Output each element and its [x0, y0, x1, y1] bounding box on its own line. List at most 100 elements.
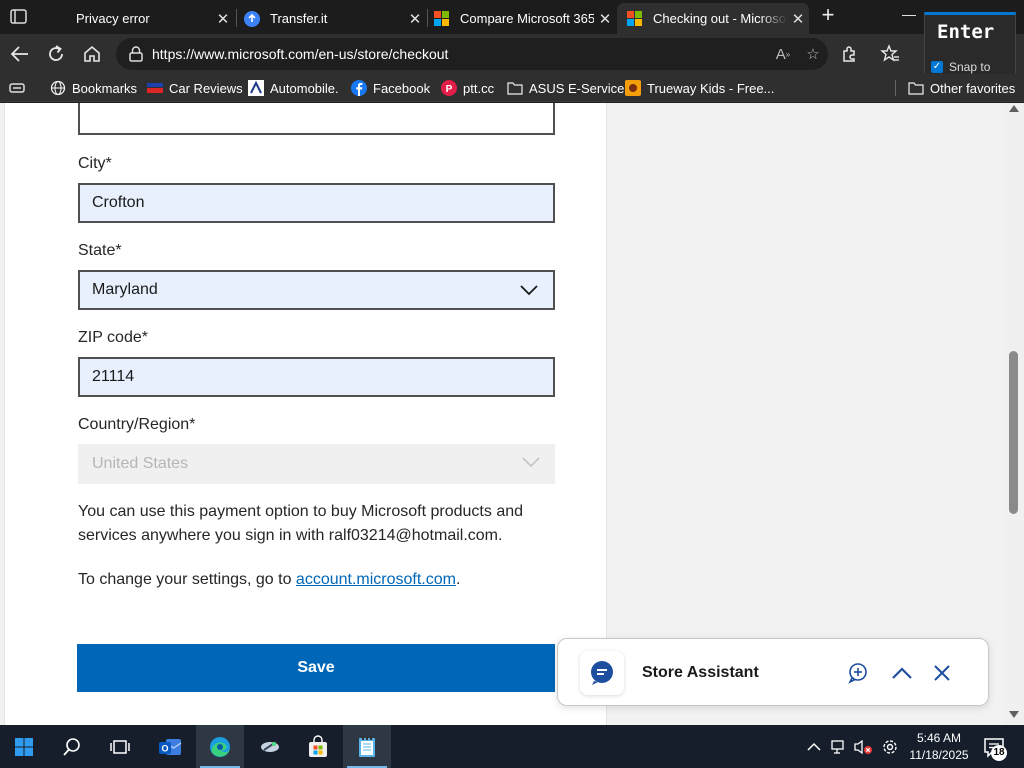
- clock-time: 5:46 AM: [916, 731, 962, 745]
- city-label: City*: [78, 155, 112, 172]
- city-field[interactable]: [78, 183, 555, 223]
- task-view-icon[interactable]: [96, 725, 144, 768]
- tab-label: Transfer.it: [270, 11, 328, 26]
- system-clock[interactable]: 5:46 AM 11/18/2025: [906, 730, 972, 764]
- bookmark-other-favorites[interactable]: Other favorites: [908, 79, 1015, 97]
- page-scrollbar[interactable]: [1004, 103, 1024, 725]
- state-label: State*: [78, 242, 122, 259]
- tab-label: Compare Microsoft 365: [460, 11, 594, 26]
- zip-label: ZIP code*: [78, 329, 148, 346]
- scroll-thumb[interactable]: [1009, 351, 1018, 514]
- address-bar[interactable]: A» ☆: [116, 38, 828, 70]
- zip-field[interactable]: [78, 357, 555, 397]
- settings-gear-icon[interactable]: [880, 737, 900, 757]
- bookmark-label: ASUS E-Service: [529, 80, 625, 96]
- state-select[interactable]: Maryland: [78, 270, 555, 310]
- chevron-down-icon: [521, 455, 541, 469]
- extensions-icon[interactable]: [836, 40, 864, 68]
- tab-compare-microsoft-365[interactable]: Compare Microsoft 365 ✕: [424, 3, 616, 34]
- microsoft-logo-icon: [434, 10, 450, 27]
- car-reviews-icon: [147, 80, 163, 96]
- scroll-up-arrow-icon[interactable]: [1009, 105, 1019, 112]
- collections-icon[interactable]: [8, 79, 26, 97]
- close-icon[interactable]: ✕: [787, 10, 809, 28]
- chevron-up-icon[interactable]: [888, 659, 916, 687]
- automobile-icon: [248, 80, 264, 96]
- bookmark-facebook[interactable]: Facebook: [351, 79, 430, 97]
- windows-start-icon[interactable]: [0, 725, 48, 768]
- bookmark-bookmarks[interactable]: Bookmarks: [50, 79, 137, 97]
- browser-toolbar: A» ☆: [0, 34, 1024, 98]
- back-arrow-icon[interactable]: [6, 40, 34, 68]
- show-hidden-icons-chevron-icon[interactable]: [804, 737, 824, 757]
- network-icon[interactable]: [829, 737, 849, 757]
- snap-checkbox[interactable]: ✓: [931, 61, 943, 73]
- transfer-icon: [244, 10, 260, 27]
- bookmark-label: Facebook: [373, 80, 431, 96]
- new-chat-icon[interactable]: [844, 659, 872, 687]
- folder-icon: [507, 80, 523, 96]
- facebook-icon: [351, 80, 367, 96]
- account-link[interactable]: account.microsoft.com: [296, 571, 456, 588]
- tab-strip: Privacy error ✕ Transfer.it ✕ Compare Mi…: [0, 0, 1024, 34]
- bookmark-label: Car Reviews: [169, 80, 243, 96]
- close-icon[interactable]: ✕: [212, 10, 234, 28]
- address-line-field[interactable]: [78, 103, 555, 135]
- store-assistant-panel: Store Assistant: [557, 638, 989, 706]
- bookmarks-divider: [895, 80, 896, 96]
- home-icon[interactable]: [78, 40, 106, 68]
- close-icon[interactable]: ✕: [594, 10, 616, 28]
- tab-privacy-error[interactable]: Privacy error ✕: [40, 3, 234, 34]
- bookmark-trueway-kids[interactable]: Trueway Kids - Free...: [625, 79, 774, 97]
- chat-bubble-icon: [580, 651, 624, 695]
- microsoft-store-icon[interactable]: [294, 725, 342, 768]
- refresh-icon[interactable]: [42, 40, 70, 68]
- snap-label: Snap to: [949, 60, 991, 74]
- bookmarks-bar: Bookmarks Car Reviews Automobile. Facebo…: [0, 74, 1024, 102]
- notepad-icon[interactable]: [343, 725, 391, 768]
- tab-transfer-it[interactable]: Transfer.it ✕: [234, 3, 426, 34]
- bookmark-automobile[interactable]: Automobile.: [248, 79, 339, 97]
- minimize-icon[interactable]: —: [900, 6, 918, 24]
- notification-count-badge: 18: [991, 745, 1007, 761]
- outlook-icon[interactable]: O: [146, 725, 194, 768]
- save-button[interactable]: Save: [77, 644, 555, 692]
- bookmark-label: Trueway Kids - Free...: [647, 80, 775, 96]
- settings-suffix: .: [455, 571, 461, 588]
- key-label: Enter: [937, 21, 995, 43]
- svg-text:P: P: [446, 84, 453, 95]
- search-icon[interactable]: [48, 725, 96, 768]
- globe-icon: [50, 80, 66, 96]
- lock-icon[interactable]: [124, 44, 148, 64]
- close-icon[interactable]: ✕: [404, 10, 426, 28]
- bookmark-car-reviews[interactable]: Car Reviews: [147, 79, 243, 97]
- page-icon: [50, 11, 66, 27]
- volume-muted-icon[interactable]: [853, 737, 873, 757]
- checkout-form: City* State* Maryland ZIP code* Country/…: [4, 103, 607, 725]
- ptt-icon: P: [441, 80, 457, 96]
- tab-actions-icon[interactable]: [8, 7, 30, 27]
- country-label: Country/Region*: [78, 416, 196, 433]
- rocket-app-icon[interactable]: [246, 725, 294, 768]
- edge-icon[interactable]: [196, 725, 244, 768]
- clock-date: 11/18/2025: [909, 748, 969, 762]
- favorites-icon[interactable]: [876, 40, 904, 68]
- new-tab-plus-icon[interactable]: +: [816, 4, 840, 27]
- folder-icon: [908, 80, 924, 96]
- read-aloud-icon[interactable]: A»: [768, 40, 798, 68]
- favorite-star-icon[interactable]: ☆: [798, 40, 828, 68]
- country-select: United States: [78, 444, 555, 484]
- tab-label: Checking out - Microsoft: [653, 11, 787, 26]
- bookmark-label: Automobile.: [270, 80, 339, 96]
- trueway-icon: [625, 80, 641, 96]
- tab-checking-out[interactable]: Checking out - Microsoft ✕: [617, 3, 809, 34]
- bookmark-ptt[interactable]: P ptt.cc: [441, 79, 494, 97]
- settings-text: To change your settings, go to account.m…: [78, 568, 558, 592]
- microsoft-logo-icon: [627, 10, 643, 27]
- scroll-down-arrow-icon[interactable]: [1009, 711, 1019, 718]
- bookmark-asus-e-service[interactable]: ASUS E-Service: [507, 79, 624, 97]
- payment-info-text: You can use this payment option to buy M…: [78, 503, 524, 544]
- chevron-down-icon: [519, 283, 539, 297]
- url-input[interactable]: [152, 46, 768, 62]
- close-icon[interactable]: [928, 659, 956, 687]
